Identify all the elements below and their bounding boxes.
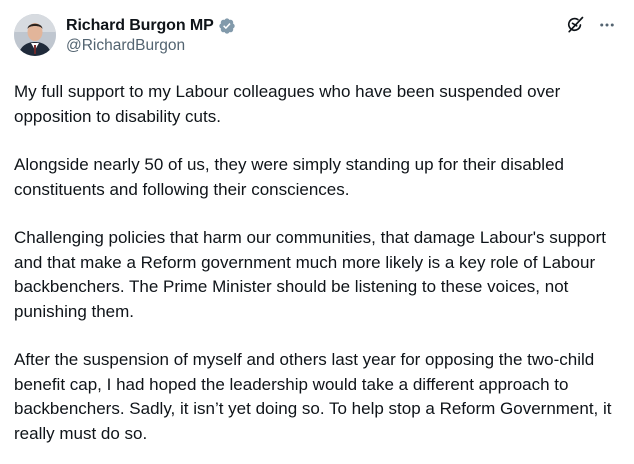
verified-badge-icon[interactable] (218, 17, 236, 35)
tweet-paragraph: Alongside nearly 50 of us, they were sim… (14, 155, 564, 199)
tweet-card: Richard Burgon MP @RichardBurgon My full… (0, 0, 634, 464)
author-display-name[interactable]: Richard Burgon MP (66, 17, 214, 35)
tweet-header: Richard Burgon MP @RichardBurgon (14, 14, 618, 60)
tweet-paragraph: My full support to my Labour colleagues … (14, 82, 561, 126)
tweet-paragraph: After the suspension of myself and other… (14, 350, 612, 443)
author-block: Richard Burgon MP @RichardBurgon (66, 16, 236, 55)
grok-icon[interactable] (564, 14, 586, 36)
avatar[interactable] (14, 14, 56, 56)
author-handle[interactable]: @RichardBurgon (66, 37, 236, 55)
tweet-text: My full support to my Labour colleagues … (14, 80, 620, 446)
tweet-paragraph: Challenging policies that harm our commu… (14, 228, 606, 321)
more-options-icon[interactable] (596, 14, 618, 36)
tweet-actions (564, 14, 618, 36)
